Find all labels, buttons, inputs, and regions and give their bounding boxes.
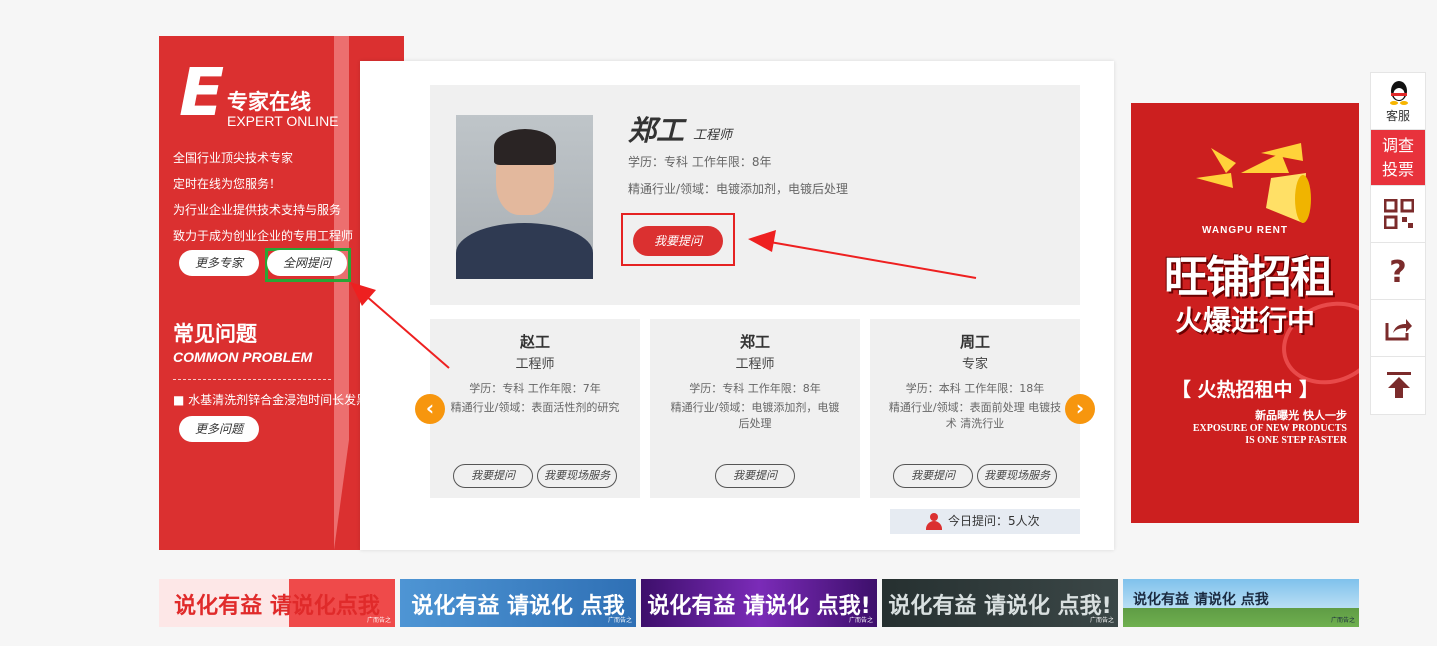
side-toolbar: 客服 调查 投票 ? [1370,72,1426,415]
ask-question-button[interactable]: 我要提问 [453,464,533,488]
service-label: 客服 [1385,109,1410,123]
survey-label-1: 调查 [1381,136,1414,155]
expert-education: 学历：专科 工作年限：8年 [689,382,821,395]
ad-banner[interactable]: 说化有益 请说化 点我 广而告之 [1123,579,1359,627]
intro-line: 定时在线为您服务！ [173,177,282,191]
expert-field: 精通行业/领域：表面活性剂的研究 [450,401,620,414]
expert-title: 工程师 [693,128,733,143]
onsite-service-button[interactable]: 我要现场服务 [537,464,617,488]
back-to-top-button[interactable] [1371,357,1425,414]
banner-tag: 广而告之 [607,617,632,624]
faq-subtitle: COMMON PROBLEM [173,349,313,365]
expert-card: 赵工 工程师 学历：专科 工作年限：7年 精通行业/领域：表面活性剂的研究 我要… [430,319,640,498]
banner-text: 说化有益 请说化 点我! [888,594,1112,619]
expert-education: 学历：专科 工作年限：7年 [469,382,601,395]
ad-english-1: EXPOSURE OF NEW PRODUCTS [1192,423,1347,434]
ask-question-button[interactable]: 我要提问 [893,464,973,488]
expert-title: 工程师 [735,357,775,372]
survey-label-2: 投票 [1381,160,1414,179]
divider [173,379,331,380]
back-to-top-icon [1387,372,1411,398]
card-buttons: 我要提问 [650,464,860,488]
photo-hair [494,129,556,165]
expert-field: 精通行业/领域：电镀添加剂，电镀后处理 [670,401,840,430]
expert-education: 学历：专科 工作年限：8年 [628,155,772,169]
banner-tag: 广而告之 [1089,617,1114,624]
faq-title: 常见问题 [173,322,257,346]
intro-line: 全国行业顶尖技术专家 [173,151,294,165]
onsite-service-button[interactable]: 我要现场服务 [977,464,1057,488]
ad-headline: 旺铺招租 [1164,252,1334,303]
ask-question-button[interactable]: 我要提问 [633,226,723,256]
help-button[interactable]: ? [1371,243,1425,300]
photo-body [456,223,593,279]
expert-title: 专家 [961,357,988,372]
expert-title: 工程师 [515,357,555,372]
carousel-prev-icon[interactable]: ‹ [415,394,445,424]
megaphone-icon [1196,143,1311,223]
today-count: 今日提问：5人次 [948,514,1040,528]
faq-item[interactable]: ■ 水基清洗剂锌合金浸泡时间长发黑 [173,391,368,408]
card-buttons: 我要提问 我要现场服务 [870,464,1080,488]
expert-name: 周工 [959,333,990,351]
expert-education: 学历：本科 工作年限：18年 [905,382,1045,395]
intro-line: 为行业企业提供技术支持与服务 [173,203,342,217]
customer-service-button[interactable]: 客服 [1371,73,1425,130]
more-experts-button[interactable]: 更多专家 [179,250,259,276]
today-questions-bar: 今日提问：5人次 [890,509,1080,534]
rent-ad-banner[interactable]: WANGPU RENT 旺铺招租 火爆进行中 【 火热招租中 】 新品曝光 快人… [1131,103,1359,523]
banner-tag: 广而告之 [848,617,873,624]
qr-code-button[interactable] [1371,186,1425,243]
page: E 专家在线 EXPERT ONLINE 全国行业顶尖技术专家 定时在线为您服务… [0,0,1437,646]
qq-icon [1390,81,1408,105]
ad-english-2: IS ONE STEP FASTER [1245,435,1347,446]
ad-banner[interactable]: 说化有益 请说化 点我! 广而告之 [641,579,877,627]
ad-banner[interactable]: 说化有益 请说化 点我! 广而告之 [882,579,1118,627]
section-subtitle: EXPERT ONLINE [227,113,339,129]
expert-card: 周工 专家 学历：本科 工作年限：18年 精通行业/领域：表面前处理 电镀技术 … [870,319,1080,498]
carousel-next-icon[interactable]: › [1065,394,1095,424]
banner-text: 说化有益 请说化 点我 [1133,592,1269,608]
intro-line: 致力于成为创业企业的专用工程师 [173,229,354,243]
ad-hot: 【 火热招租中 】 [1171,379,1319,401]
expert-field: 精通行业/领域：电镀添加剂，电镀后处理 [628,182,849,196]
ad-banner[interactable]: 说化有益 请说化点我 广而告之 [159,579,395,627]
banner-text: 说化有益 请说化点我 [174,594,380,619]
survey-button[interactable]: 调查 投票 [1371,130,1425,186]
expert-card: 郑工 工程师 学历：专科 工作年限：8年 精通行业/领域：电镀添加剂，电镀后处理… [650,319,860,498]
ad-brand: WANGPU RENT [1202,225,1288,236]
expert-name: 郑工 [628,114,685,147]
section-title: 专家在线 [227,90,311,114]
question-icon: ? [1389,255,1407,290]
faq-item-label[interactable]: 水基清洗剂锌合金浸泡时间长发黑 [188,393,368,407]
card-buttons: 我要提问 我要现场服务 [430,464,640,488]
e-letter-logo: E [179,54,225,131]
expert-field: 精通行业/领域：表面前处理 电镀技术 清洗行业 [888,401,1062,430]
expert-name: 郑工 [739,333,770,351]
share-icon [1385,319,1412,341]
featured-expert: 郑工 工程师 学历：专科 工作年限：8年 精通行业/领域：电镀添加剂，电镀后处理… [430,85,1080,305]
banner-tag: 广而告之 [1330,617,1355,624]
ad-subline: 火爆进行中 [1174,304,1315,337]
ad-tagline: 新品曝光 快人一步 [1255,409,1347,422]
ask-all-button[interactable]: 全网提问 [267,250,347,276]
user-icon [926,513,942,530]
banner-tag: 广而告之 [366,617,391,624]
banner-text: 说化有益 请说化 点我 [411,594,625,619]
qr-code-icon [1384,199,1414,229]
ask-question-button[interactable]: 我要提问 [715,464,795,488]
more-faq-button[interactable]: 更多问题 [179,416,259,442]
banner-text: 说化有益 请说化 点我! [647,594,871,619]
intro-text: 全国行业顶尖技术专家 定时在线为您服务！ 为行业企业提供技术支持与服务 致力于成… [173,145,353,249]
expert-photo [456,115,593,279]
ad-banner[interactable]: 说化有益 请说化 点我 广而告之 [400,579,636,627]
share-button[interactable] [1371,300,1425,357]
expert-name: 赵工 [519,333,550,351]
